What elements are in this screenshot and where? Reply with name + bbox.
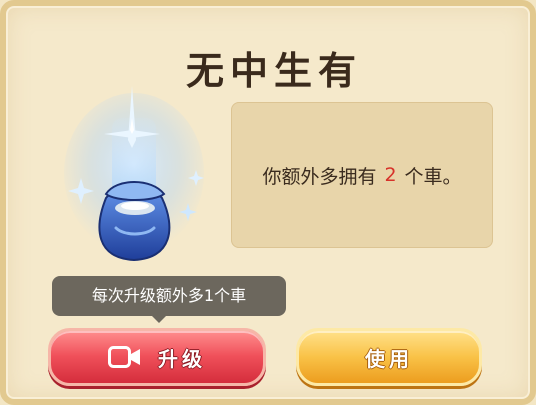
- use-button[interactable]: 使用: [296, 328, 482, 386]
- dialog-panel: 无中生有 你额外多拥有 2 个車。 每次升级额外多1个車 升级 使用: [0, 0, 536, 405]
- upgrade-tooltip: 每次升级额外多1个車: [52, 276, 286, 316]
- use-button-label: 使用: [365, 346, 413, 371]
- info-count: 2: [384, 164, 397, 186]
- upgrade-button-label: 升级: [158, 346, 206, 371]
- tooltip-arrow: [151, 315, 167, 323]
- upgrade-button[interactable]: 升级: [48, 328, 266, 386]
- info-box: 你额外多拥有 2 个車。: [231, 102, 493, 248]
- info-prefix: 你额外多拥有: [262, 165, 377, 188]
- video-icon: [108, 345, 142, 369]
- magic-bag-icon: [46, 78, 216, 268]
- info-suffix: 个車。: [404, 165, 462, 188]
